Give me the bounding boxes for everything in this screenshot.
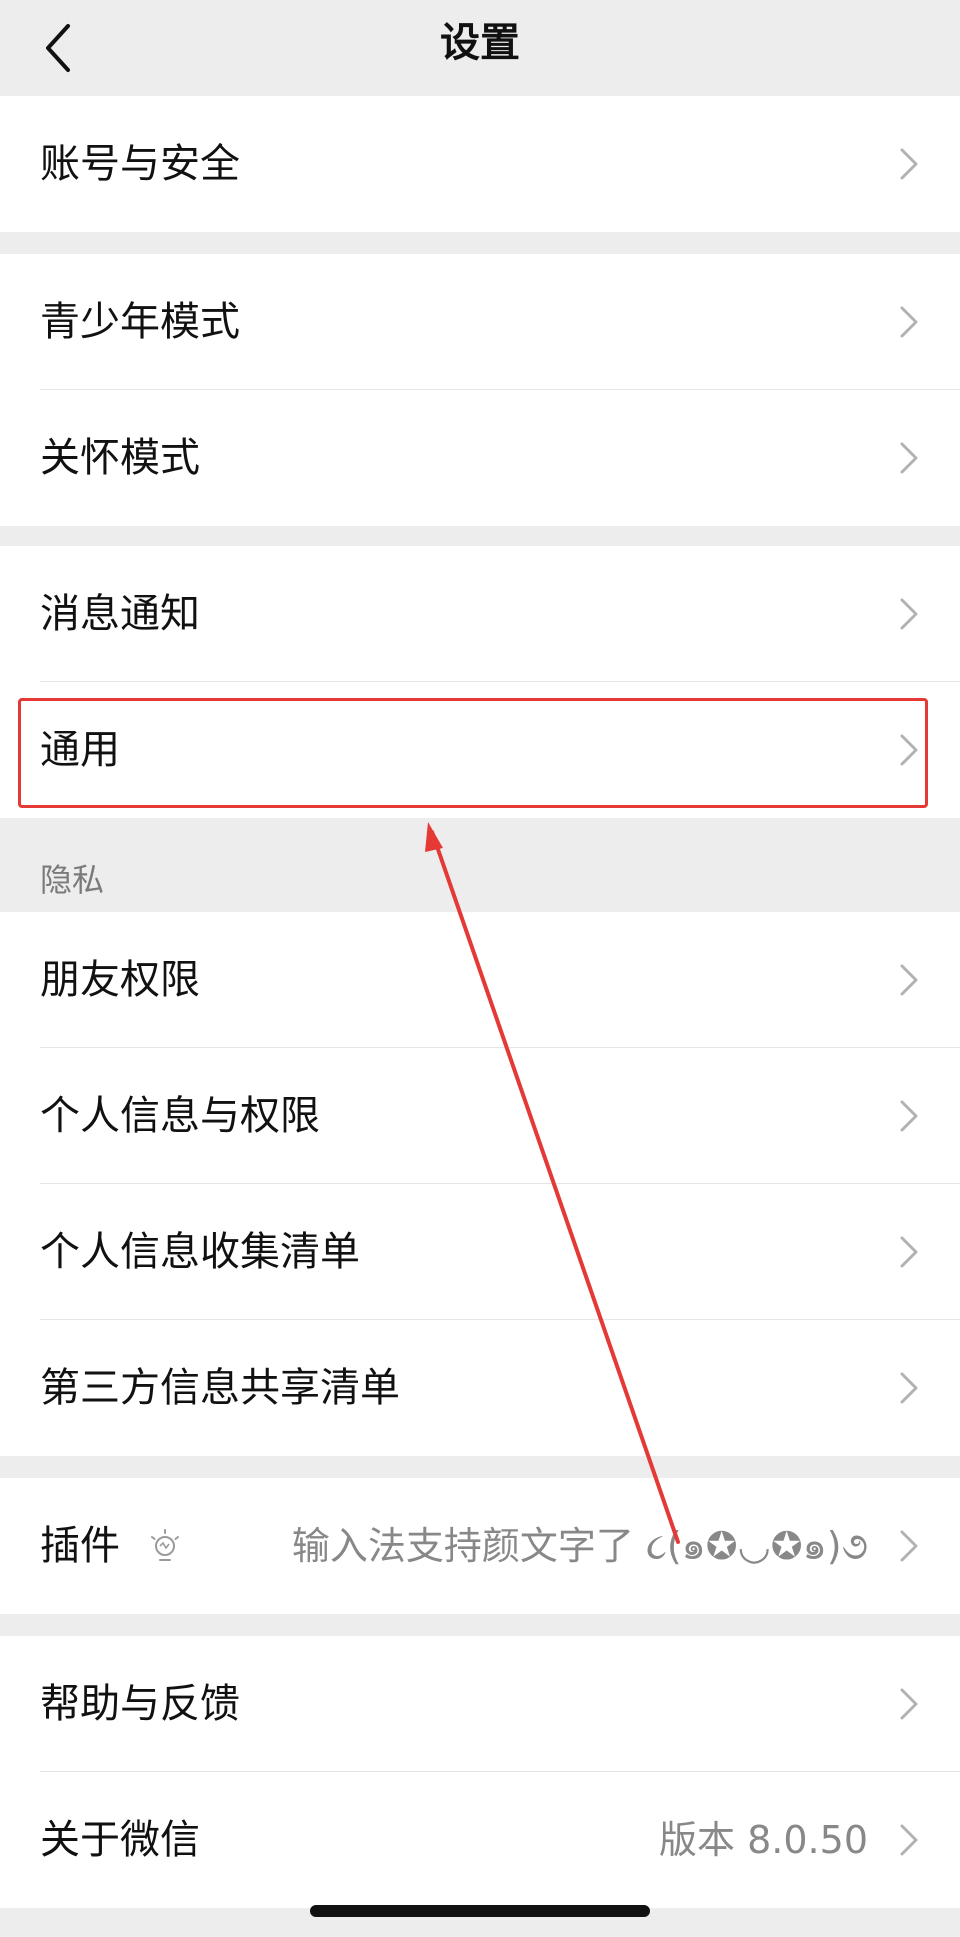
- chevron-right-icon: [900, 734, 918, 766]
- row-notifications[interactable]: 消息通知: [0, 546, 960, 682]
- row-label: 关于微信: [40, 1817, 200, 1863]
- row-label: 个人信息与权限: [40, 1093, 320, 1139]
- row-label: 青少年模式: [40, 299, 240, 345]
- chevron-right-icon: [900, 1530, 918, 1562]
- settings-group-plugins: 插件 输入法支持颜文字了 ૮(๑✪◡✪๑)૭: [0, 1478, 960, 1614]
- settings-group-general: 消息通知 通用: [0, 546, 960, 818]
- row-help-feedback[interactable]: 帮助与反馈: [0, 1636, 960, 1772]
- row-teen-mode[interactable]: 青少年模式: [0, 254, 960, 390]
- row-plugins[interactable]: 插件 输入法支持颜文字了 ૮(๑✪◡✪๑)૭: [0, 1478, 960, 1614]
- chevron-right-icon: [900, 1372, 918, 1404]
- page-title: 设置: [440, 20, 520, 66]
- row-label: 消息通知: [40, 591, 200, 637]
- plugin-announcement: 输入法支持颜文字了 ૮(๑✪◡✪๑)૭: [291, 1524, 868, 1568]
- row-label: 个人信息收集清单: [40, 1229, 360, 1275]
- row-about-wechat[interactable]: 关于微信 版本 8.0.50: [0, 1772, 960, 1908]
- row-label: 朋友权限: [40, 957, 200, 1003]
- home-indicator: [310, 1905, 650, 1917]
- row-personal-info-list[interactable]: 个人信息收集清单: [0, 1184, 960, 1320]
- row-personal-info-permissions[interactable]: 个人信息与权限: [0, 1048, 960, 1184]
- chevron-right-icon: [900, 1100, 918, 1132]
- row-friend-permissions[interactable]: 朋友权限: [0, 912, 960, 1048]
- row-label: 账号与安全: [40, 141, 240, 187]
- row-general[interactable]: 通用: [0, 682, 960, 818]
- chevron-right-icon: [900, 598, 918, 630]
- settings-group-modes: 青少年模式 关怀模式: [0, 254, 960, 526]
- row-account-security[interactable]: 账号与安全: [0, 96, 960, 232]
- row-third-party-sharing-list[interactable]: 第三方信息共享清单: [0, 1320, 960, 1456]
- settings-group-account: 账号与安全: [0, 96, 960, 232]
- version-text: 版本 8.0.50: [659, 1818, 868, 1862]
- settings-group-about: 帮助与反馈 关于微信 版本 8.0.50: [0, 1636, 960, 1908]
- chevron-right-icon: [900, 964, 918, 996]
- row-care-mode[interactable]: 关怀模式: [0, 390, 960, 526]
- row-label: 通用: [40, 727, 120, 773]
- row-label: 插件: [40, 1523, 120, 1569]
- row-label: 关怀模式: [40, 435, 200, 481]
- row-label: 第三方信息共享清单: [40, 1365, 400, 1411]
- chevron-right-icon: [900, 1688, 918, 1720]
- chevron-right-icon: [900, 306, 918, 338]
- section-label-privacy: 隐私: [40, 861, 105, 899]
- chevron-right-icon: [900, 442, 918, 474]
- chevron-right-icon: [900, 148, 918, 180]
- chevron-right-icon: [900, 1236, 918, 1268]
- chevron-right-icon: [900, 1824, 918, 1856]
- bulb-icon: [151, 1529, 179, 1561]
- row-label: 帮助与反馈: [40, 1681, 240, 1727]
- navigation-bar: 设置: [0, 0, 960, 96]
- settings-group-privacy: 朋友权限 个人信息与权限 个人信息收集清单 第三方信息共享清单: [0, 912, 960, 1456]
